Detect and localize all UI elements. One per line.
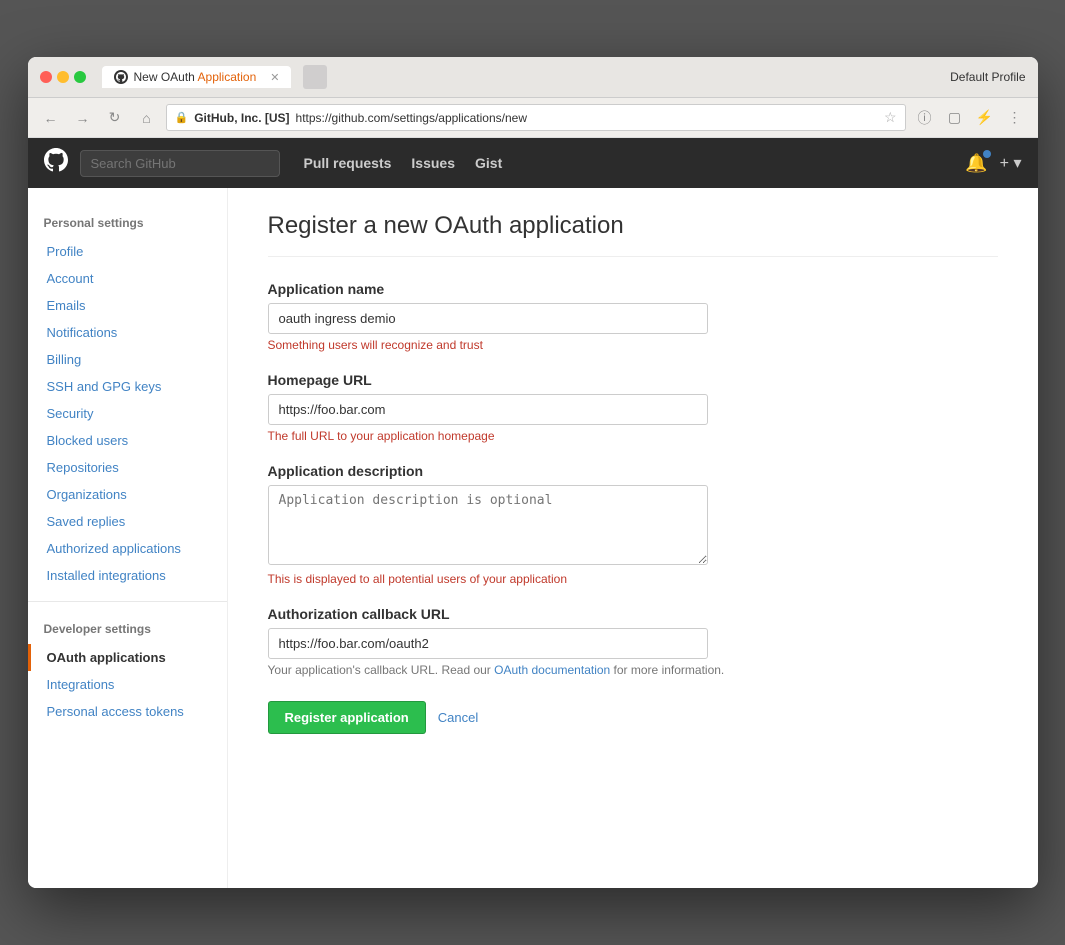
address-bar[interactable]: 🔒 GitHub, Inc. [US] https://github.com/s… [166,104,906,131]
personal-settings-title: Personal settings [28,208,227,238]
info-btn[interactable]: ⓘ [912,105,938,131]
app-name-input[interactable] [268,303,708,334]
power-btn[interactable]: ⚡ [972,105,998,131]
homepage-input[interactable] [268,394,708,425]
nav-actions: 🔔 + ▾ [965,153,1021,174]
description-group: Application description This is displaye… [268,463,998,586]
sidebar-item-oauth-apps[interactable]: OAuth applications [28,644,227,671]
tab-close-btn[interactable]: ✕ [270,71,279,84]
sidebar-item-billing[interactable]: Billing [28,346,227,373]
callback-hint-start: Your application's callback URL. Read ou… [268,663,495,677]
sidebar-item-blocked-users[interactable]: Blocked users [28,427,227,454]
callback-group: Authorization callback URL Your applicat… [268,606,998,677]
sidebar-item-security[interactable]: Security [28,400,227,427]
browser-window: New OAuth Application ✕ Default Profile … [28,57,1038,888]
callback-label: Authorization callback URL [268,606,998,622]
browser-profile: Default Profile [950,70,1025,84]
sidebar-item-repositories[interactable]: Repositories [28,454,227,481]
homepage-label: Homepage URL [268,372,998,388]
page-content: Personal settings Profile Account Emails… [28,188,1038,888]
notification-badge [983,150,991,158]
description-hint: This is displayed to all potential users… [268,572,998,586]
sidebar-item-emails[interactable]: Emails [28,292,227,319]
reader-btn[interactable]: ▢ [942,105,968,131]
sidebar-item-integrations[interactable]: Integrations [28,671,227,698]
homepage-hint: The full URL to your application homepag… [268,429,998,443]
search-input[interactable] [80,150,280,177]
callback-hint-end: for more information. [610,663,724,677]
app-name-group: Application name Something users will re… [268,281,998,352]
sidebar-item-ssh-gpg[interactable]: SSH and GPG keys [28,373,227,400]
page-title: Register a new OAuth application [268,212,998,257]
new-tab-btn[interactable] [303,65,327,89]
refresh-btn[interactable]: ↻ [102,105,128,131]
back-btn[interactable]: ← [38,105,64,131]
sidebar: Personal settings Profile Account Emails… [28,188,228,888]
description-label: Application description [268,463,998,479]
homepage-group: Homepage URL The full URL to your applic… [268,372,998,443]
home-btn[interactable]: ⌂ [134,105,160,131]
sidebar-item-personal-tokens[interactable]: Personal access tokens [28,698,227,725]
gist-link[interactable]: Gist [475,155,502,171]
app-name-hint: Something users will recognize and trust [268,338,998,352]
github-navbar: Pull requests Issues Gist 🔔 + ▾ [28,138,1038,188]
sidebar-item-saved-replies[interactable]: Saved replies [28,508,227,535]
oauth-docs-link[interactable]: OAuth documentation [494,663,610,677]
toolbar-actions: ⓘ ▢ ⚡ ⋮ [912,105,1028,131]
description-textarea[interactable] [268,485,708,565]
app-name-label: Application name [268,281,998,297]
cancel-btn[interactable]: Cancel [438,710,478,725]
issues-link[interactable]: Issues [411,155,455,171]
browser-tab[interactable]: New OAuth Application ✕ [102,66,292,88]
form-actions: Register application Cancel [268,701,998,734]
lock-icon: 🔒 [175,111,189,124]
sidebar-item-authorized-apps[interactable]: Authorized applications [28,535,227,562]
main-form-area: Register a new OAuth application Applica… [228,188,1038,888]
sidebar-item-profile[interactable]: Profile [28,238,227,265]
nav-links: Pull requests Issues Gist [304,155,503,171]
browser-toolbar: ← → ↻ ⌂ 🔒 GitHub, Inc. [US] https://gith… [28,98,1038,138]
tab-title: New OAuth Application [134,70,257,84]
callback-input[interactable] [268,628,708,659]
developer-settings-title: Developer settings [28,614,227,644]
sidebar-item-account[interactable]: Account [28,265,227,292]
github-logo[interactable] [44,148,68,179]
forward-btn[interactable]: → [70,105,96,131]
window-controls [40,71,86,83]
close-dot[interactable] [40,71,52,83]
pull-requests-link[interactable]: Pull requests [304,155,392,171]
callback-hint: Your application's callback URL. Read ou… [268,663,998,677]
notifications-bell[interactable]: 🔔 [965,153,987,174]
url-text: https://github.com/settings/applications… [296,111,527,125]
menu-btn[interactable]: ⋮ [1002,105,1028,131]
sidebar-item-installed-integrations[interactable]: Installed integrations [28,562,227,589]
create-plus-btn[interactable]: + ▾ [1000,153,1022,173]
company-name: GitHub, Inc. [US] [194,111,289,125]
browser-titlebar: New OAuth Application ✕ Default Profile [28,57,1038,98]
minimize-dot[interactable] [57,71,69,83]
maximize-dot[interactable] [74,71,86,83]
register-application-btn[interactable]: Register application [268,701,426,734]
sidebar-item-notifications[interactable]: Notifications [28,319,227,346]
sidebar-item-organizations[interactable]: Organizations [28,481,227,508]
tab-favicon [114,70,128,84]
bookmark-icon[interactable]: ☆ [884,109,897,126]
sidebar-divider [28,601,227,602]
